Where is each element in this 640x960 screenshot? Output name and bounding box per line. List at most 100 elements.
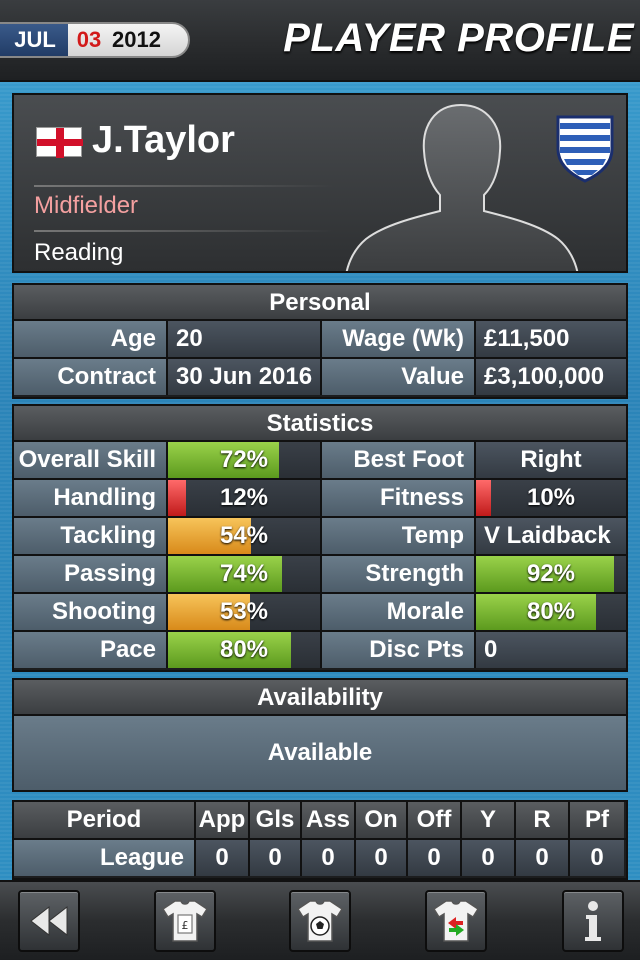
stat-label: Passing bbox=[14, 556, 168, 592]
stat-value: 12% bbox=[219, 484, 269, 511]
contract-button[interactable]: £ bbox=[154, 890, 216, 952]
stat-bar-fill bbox=[476, 480, 491, 516]
column-header: Ass bbox=[302, 802, 356, 838]
stat-label: Pace bbox=[14, 632, 168, 668]
statistics-heading: Statistics bbox=[14, 406, 626, 442]
contract-value: 30 Jun 2016 bbox=[168, 359, 322, 395]
player-name: J.Taylor bbox=[92, 119, 235, 161]
stat-cell: 0 bbox=[516, 840, 570, 876]
stat-bar: 12% bbox=[168, 480, 322, 516]
availability-status: Available bbox=[14, 716, 626, 790]
stat-label: Shooting bbox=[14, 594, 168, 630]
stat-bar: 80% bbox=[168, 632, 322, 668]
stat-bar: V Laidback bbox=[476, 518, 626, 554]
transfer-button[interactable] bbox=[425, 890, 487, 952]
age-label: Age bbox=[14, 321, 168, 357]
stat-cell: 0 bbox=[408, 840, 462, 876]
value-label: Value bbox=[322, 359, 476, 395]
column-header: App bbox=[196, 802, 250, 838]
stat-value: 72% bbox=[219, 446, 269, 473]
stat-row: Handling 12% Fitness 10% bbox=[14, 480, 626, 518]
wage-label: Wage (Wk) bbox=[322, 321, 476, 357]
stat-cell: 0 bbox=[356, 840, 408, 876]
availability-panel: Availability Available bbox=[12, 678, 628, 792]
column-header: Pf bbox=[570, 802, 624, 838]
stat-label: Handling bbox=[14, 480, 168, 516]
stat-value: 92% bbox=[526, 560, 576, 587]
column-header: Period bbox=[14, 802, 196, 838]
ball-shirt-icon bbox=[296, 900, 344, 942]
stat-label: Overall Skill bbox=[14, 442, 168, 478]
value-value: £3,100,000 bbox=[476, 359, 626, 395]
divider bbox=[34, 185, 334, 187]
stat-bar: Right bbox=[476, 442, 626, 478]
availability-heading: Availability bbox=[14, 680, 626, 716]
wage-value: £11,500 bbox=[476, 321, 626, 357]
period-label: League bbox=[14, 840, 196, 876]
back-button[interactable] bbox=[18, 890, 80, 952]
stat-bar: 72% bbox=[168, 442, 322, 478]
stat-cell: 0 bbox=[462, 840, 516, 876]
svg-text:£: £ bbox=[182, 919, 189, 932]
info-button[interactable] bbox=[562, 890, 624, 952]
stat-row: Tackling 54% Temp V Laidback bbox=[14, 518, 626, 556]
stat-bar-fill bbox=[168, 480, 186, 516]
table-row[interactable]: League 0 0 0 0 0 0 0 0 bbox=[14, 840, 626, 878]
age-value: 20 bbox=[168, 321, 322, 357]
stat-value: 54% bbox=[219, 522, 269, 549]
contract-label: Contract bbox=[14, 359, 168, 395]
stat-bar: 74% bbox=[168, 556, 322, 592]
stat-cell: 0 bbox=[570, 840, 624, 876]
statistics-panel: Statistics Overall Skill 72% Best Foot Righ… bbox=[12, 404, 628, 672]
stat-bar: 92% bbox=[476, 556, 626, 592]
stat-cell: 0 bbox=[302, 840, 356, 876]
stat-value: 10% bbox=[526, 484, 576, 511]
column-header: Gls bbox=[250, 802, 302, 838]
date-month: JUL bbox=[0, 24, 68, 56]
stat-label: Fitness bbox=[322, 480, 476, 516]
bottom-toolbar: £ bbox=[0, 880, 640, 960]
stat-row: Pace 80% Disc Pts 0 bbox=[14, 632, 626, 670]
stat-value: 53% bbox=[219, 598, 269, 625]
england-flag-icon bbox=[36, 127, 83, 158]
history-table: Period App Gls Ass On Off Y R Pf League 0 0 0 0 0 0 0 0 bbox=[12, 800, 628, 880]
stat-label: Temp bbox=[322, 518, 476, 554]
stat-value: 74% bbox=[219, 560, 269, 587]
player-position: Midfielder bbox=[34, 192, 139, 219]
column-header: Off bbox=[408, 802, 462, 838]
personal-panel: Personal Age 20 Wage (Wk) £11,500 Contra… bbox=[12, 283, 628, 399]
column-header: R bbox=[516, 802, 570, 838]
stat-cell: 0 bbox=[196, 840, 250, 876]
date-display: JUL 03 2012 bbox=[0, 22, 190, 58]
stat-value: 80% bbox=[526, 598, 576, 625]
personal-heading: Personal bbox=[14, 285, 626, 321]
divider bbox=[34, 230, 334, 232]
stats-button[interactable] bbox=[289, 890, 351, 952]
stat-cell: 0 bbox=[250, 840, 302, 876]
transfer-shirt-icon bbox=[432, 900, 480, 942]
stat-bar: 53% bbox=[168, 594, 322, 630]
stat-label: Disc Pts bbox=[322, 632, 476, 668]
player-club: Reading bbox=[34, 239, 124, 266]
player-silhouette-icon bbox=[345, 103, 579, 271]
page-title: PLAYER PROFILE bbox=[283, 16, 634, 60]
stat-label: Morale bbox=[322, 594, 476, 630]
header-bar: JUL 03 2012 PLAYER PROFILE bbox=[0, 0, 640, 82]
stat-label: Strength bbox=[322, 556, 476, 592]
player-card: J.Taylor Midfielder Reading bbox=[12, 93, 628, 273]
contract-shirt-icon: £ bbox=[161, 900, 209, 942]
info-icon bbox=[585, 901, 601, 941]
personal-row: Contract 30 Jun 2016 Value £3,100,000 bbox=[14, 359, 626, 397]
column-header: On bbox=[356, 802, 408, 838]
back-icon bbox=[30, 905, 68, 937]
personal-row: Age 20 Wage (Wk) £11,500 bbox=[14, 321, 626, 359]
stat-bar: 0 bbox=[476, 632, 626, 668]
column-header: Y bbox=[462, 802, 516, 838]
stat-value: 80% bbox=[219, 636, 269, 663]
stat-bar: 10% bbox=[476, 480, 626, 516]
club-crest-icon bbox=[556, 115, 614, 183]
stat-bar: 54% bbox=[168, 518, 322, 554]
stat-row: Passing 74% Strength 92% bbox=[14, 556, 626, 594]
stat-label: Tackling bbox=[14, 518, 168, 554]
history-header-row: Period App Gls Ass On Off Y R Pf bbox=[14, 802, 626, 840]
